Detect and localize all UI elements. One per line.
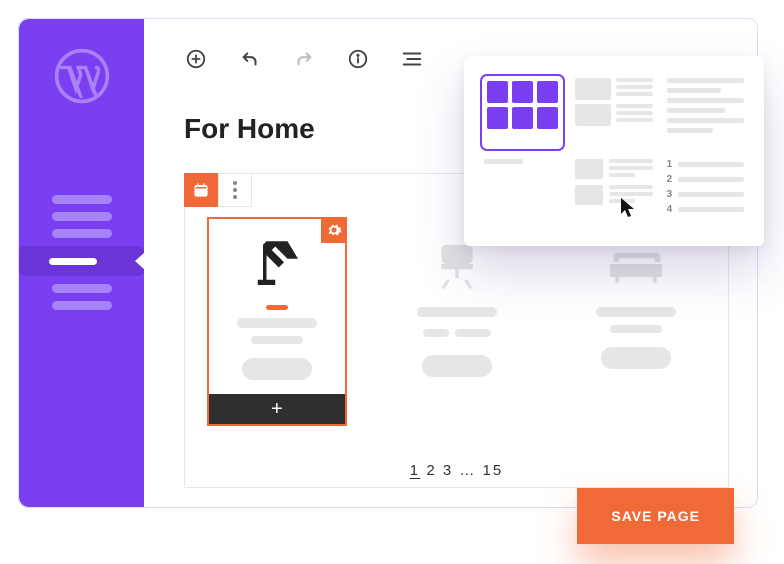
placeholder-button <box>242 358 312 380</box>
redo-button[interactable] <box>292 47 316 71</box>
product-card-selected[interactable]: + <box>207 217 347 426</box>
save-page-button[interactable]: SAVE PAGE <box>577 488 734 544</box>
layout-option-two-col[interactable] <box>575 78 652 147</box>
layout-option-lines[interactable] <box>667 78 744 147</box>
page-last[interactable]: 15 <box>483 462 504 479</box>
sidebar-item[interactable] <box>52 301 112 310</box>
page-number[interactable]: 3 <box>443 462 453 479</box>
outline-button[interactable] <box>400 47 424 71</box>
more-icon <box>233 181 237 199</box>
layout-option-grid[interactable] <box>484 78 561 147</box>
placeholder-line <box>251 336 303 344</box>
add-block-button[interactable] <box>184 47 208 71</box>
layout-option-numbered[interactable]: 1 2 3 4 <box>667 159 744 228</box>
sidebar-item[interactable] <box>52 195 112 204</box>
sidebar <box>19 19 144 507</box>
placeholder-line <box>596 307 676 317</box>
layout-picker-popover: 1 2 3 4 <box>464 56 764 246</box>
product-cards: + <box>207 229 706 426</box>
wordpress-logo-icon <box>53 47 111 105</box>
product-card[interactable] <box>566 229 706 369</box>
pagination[interactable]: 1 2 3 … 15 <box>410 462 503 479</box>
page-number[interactable]: 2 <box>426 462 436 479</box>
plus-icon: + <box>271 398 283 421</box>
sidebar-menu <box>19 195 144 310</box>
sidebar-item[interactable] <box>52 284 112 293</box>
page-current[interactable]: 1 <box>410 462 420 479</box>
undo-button[interactable] <box>238 47 262 71</box>
info-button[interactable] <box>346 47 370 71</box>
sidebar-item[interactable] <box>52 229 112 238</box>
sidebar-item[interactable] <box>52 212 112 221</box>
placeholder-button <box>601 347 671 369</box>
card-settings-button[interactable] <box>321 217 347 243</box>
layout-option-img-text[interactable] <box>575 159 652 228</box>
cursor-icon <box>619 196 639 223</box>
add-item-button[interactable]: + <box>209 394 345 424</box>
sidebar-item-active[interactable] <box>19 246 144 276</box>
block-toolbar <box>184 173 252 207</box>
block-more-tab[interactable] <box>218 173 252 207</box>
layout-option-masonry[interactable] <box>484 159 561 228</box>
placeholder-line <box>417 307 497 317</box>
placeholder-line <box>610 325 662 333</box>
placeholder-line <box>237 318 317 328</box>
placeholder-button <box>422 355 492 377</box>
block-preview-tab[interactable] <box>184 173 218 207</box>
product-card[interactable] <box>387 229 527 377</box>
page-ellipsis: … <box>459 462 476 479</box>
